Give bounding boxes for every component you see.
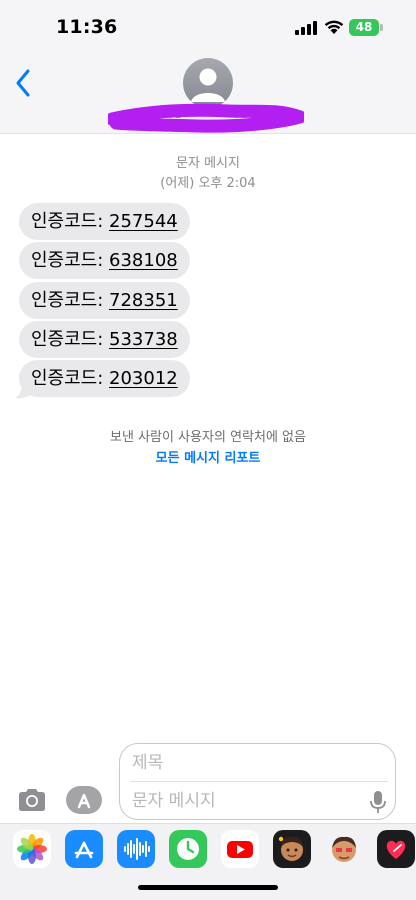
photos-flower-glyph [17, 834, 47, 864]
memoji-face-glyph [278, 836, 303, 861]
subject-input[interactable]: 제목 [132, 750, 382, 776]
message-prefix: 인증코드: [31, 329, 110, 350]
app-store-icon[interactable] [65, 830, 103, 868]
status-bar: 11:36 48 [0, 0, 416, 54]
wifi-icon [324, 20, 344, 34]
service-label: 문자 메시지 [176, 156, 240, 171]
clock-glyph [177, 838, 199, 860]
report-all-messages-link[interactable]: 모든 메시지 리포트 [0, 447, 416, 466]
app-store-glyph [74, 841, 94, 859]
contact-avatar[interactable] [183, 58, 233, 108]
message-bubble[interactable]: 인증코드: 203012 [19, 360, 190, 397]
status-time: 11:36 [56, 16, 118, 38]
memoji-stickers-icon[interactable] [325, 830, 363, 868]
cellular-signal-icon [295, 21, 317, 35]
message-bubble[interactable]: 인증코드: 638108 [19, 242, 190, 279]
home-indicator [138, 885, 278, 890]
person-silhouette-icon [191, 68, 225, 102]
verification-code-link[interactable]: 728351 [109, 290, 178, 311]
digital-touch-icon[interactable] [377, 830, 415, 868]
conversation-header: 11:36 48 01••-••••-8893 [0, 0, 416, 134]
compose-box: 제목 문자 메시지 [119, 743, 396, 820]
compose-divider [130, 781, 388, 782]
verification-code-link[interactable]: 203012 [109, 368, 178, 389]
verification-code-link[interactable]: 638108 [109, 250, 178, 271]
message-prefix: 인증코드: [31, 211, 110, 232]
memoji-icon[interactable] [273, 830, 311, 868]
find-my-icon[interactable] [169, 830, 207, 868]
unknown-sender-note: 보낸 사람이 사용자의 연락처에 없음 [110, 430, 306, 445]
camera-icon[interactable] [16, 786, 48, 814]
message-input[interactable]: 문자 메시지 [132, 788, 352, 814]
message-prefix: 인증코드: [31, 290, 110, 311]
message-prefix: 인증코드: [31, 368, 110, 389]
app-store-button[interactable] [66, 786, 102, 814]
waveform-glyph [124, 838, 150, 860]
verification-code-link[interactable]: 533738 [109, 329, 178, 350]
message-bubble[interactable]: 인증코드: 533738 [19, 321, 190, 358]
microphone-icon[interactable] [369, 789, 387, 815]
redaction-scribble [108, 103, 304, 133]
back-chevron-icon[interactable] [12, 66, 40, 100]
message-prefix: 인증코드: [31, 250, 110, 271]
message-bubble[interactable]: 인증코드: 728351 [19, 282, 190, 319]
audio-message-icon[interactable] [117, 830, 155, 868]
verification-code-link[interactable]: 257544 [109, 211, 178, 232]
youtube-play-glyph [227, 841, 253, 858]
message-bubble[interactable]: 인증코드: 257544 [19, 203, 190, 240]
message-timestamp: (어제) 오후 2:04 [160, 176, 256, 191]
youtube-icon[interactable] [221, 830, 259, 868]
battery-tip [380, 24, 383, 31]
app-store-a-icon [77, 793, 91, 809]
bubble-tail [15, 385, 30, 399]
sticker-face-glyph [332, 836, 356, 862]
photos-icon[interactable] [13, 830, 51, 868]
battery-indicator: 48 [349, 19, 379, 36]
heart-glyph [386, 840, 406, 859]
